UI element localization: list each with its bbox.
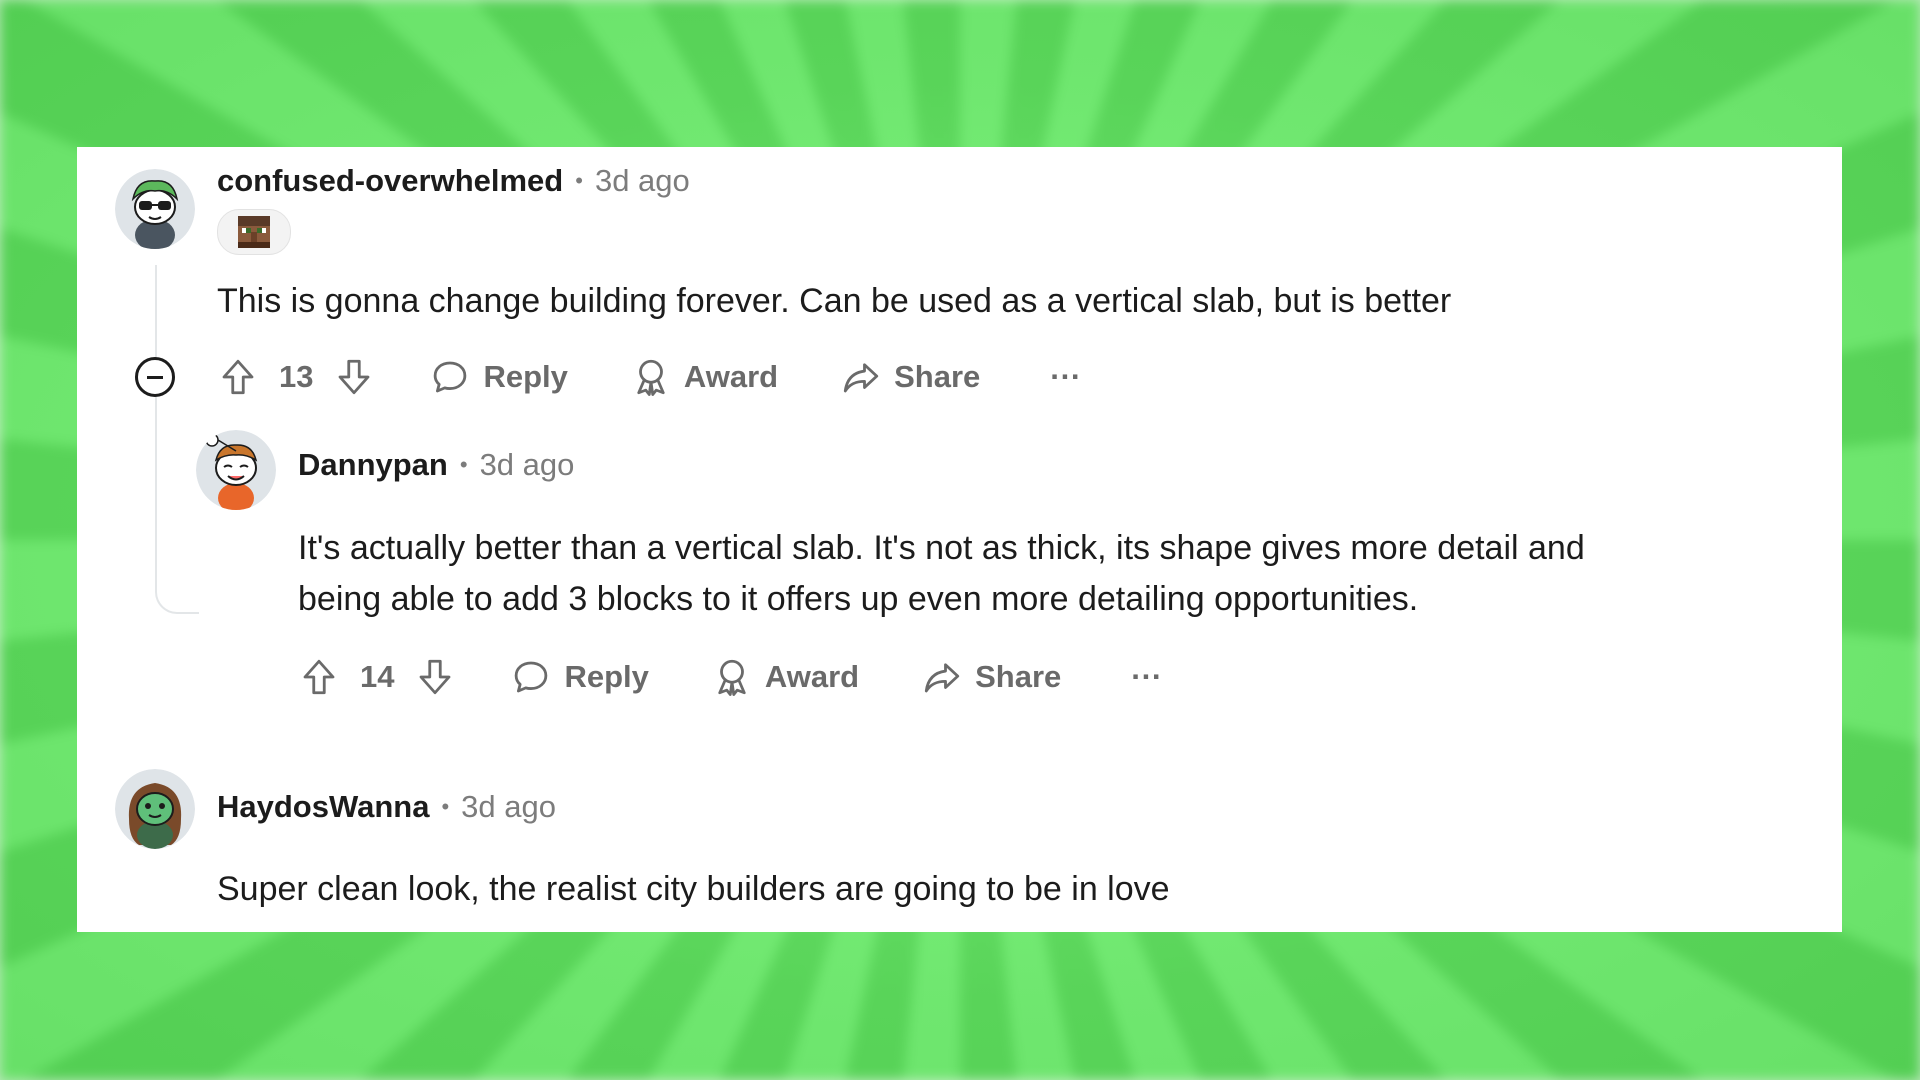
snoo-avatar-orange-icon (196, 430, 276, 510)
downvote-button[interactable] (414, 656, 456, 698)
comment-actions: 13 Reply Award Share ··· (217, 352, 1081, 402)
comment-body: It's actually better than a vertical sla… (298, 523, 1585, 625)
timestamp[interactable]: 3d ago (461, 789, 556, 825)
speech-bubble-icon (515, 661, 548, 693)
minecraft-villager-flair-icon (238, 216, 270, 248)
comment-body-line: It's actually better than a vertical sla… (298, 529, 1585, 567)
comment-body: This is gonna change building forever. C… (217, 282, 1452, 320)
award-button[interactable]: Award (630, 356, 778, 398)
more-options-button[interactable]: ··· (1131, 659, 1162, 695)
upvote-button[interactable] (298, 656, 340, 698)
username[interactable]: Dannypan (298, 447, 448, 483)
comment-header: HaydosWanna • 3d ago (217, 787, 556, 827)
reply-button[interactable]: Reply (429, 356, 568, 398)
thread-branch-curve (155, 407, 199, 614)
reply-label: Reply (564, 659, 649, 694)
arrow-down-icon (339, 359, 370, 395)
ellipsis-icon: ··· (1131, 659, 1163, 694)
reply-button[interactable]: Reply (510, 656, 649, 698)
share-arrow-icon (924, 663, 960, 693)
share-label: Share (975, 659, 1062, 694)
meta-separator: • (459, 452, 468, 477)
timestamp[interactable]: 3d ago (595, 163, 690, 199)
share-label: Share (894, 359, 981, 394)
snoo-avatar-green-hair-icon (115, 169, 195, 249)
timestamp[interactable]: 3d ago (480, 447, 575, 483)
meta-separator: • (575, 168, 583, 193)
comment-thread-card: confused-overwhelmed • 3d ago This is go… (77, 147, 1842, 932)
speech-bubble-icon (434, 361, 467, 393)
reply-label: Reply (483, 359, 568, 394)
comment-body: Super clean look, the realist city build… (217, 870, 1170, 908)
award-ribbon-icon (637, 359, 665, 396)
minus-icon (147, 375, 163, 379)
comment-actions: 14 Reply Award Share ··· (298, 652, 1162, 702)
arrow-up-icon (222, 359, 254, 395)
comment-header: confused-overwhelmed • 3d ago (217, 161, 690, 201)
award-label: Award (683, 359, 779, 394)
share-arrow-icon (843, 363, 879, 393)
avatar[interactable] (115, 169, 195, 249)
vote-count: 13 (279, 359, 314, 394)
award-button[interactable]: Award (711, 656, 859, 698)
downvote-button[interactable] (333, 356, 375, 398)
arrow-down-icon (420, 659, 451, 695)
arrow-up-icon (303, 659, 335, 695)
username[interactable]: HaydosWanna (217, 789, 429, 825)
comment-header: Dannypan • 3d ago (298, 445, 574, 485)
snoo-avatar-green-face-icon (115, 769, 195, 849)
comment-body-line: being able to add 3 blocks to it offers … (298, 580, 1419, 618)
upvote-button[interactable] (217, 356, 259, 398)
meta-separator: • (441, 794, 450, 819)
avatar[interactable] (115, 769, 195, 849)
username[interactable]: confused-overwhelmed (217, 163, 563, 199)
user-flair (217, 209, 291, 255)
avatar[interactable] (196, 430, 276, 510)
share-button[interactable]: Share (840, 356, 980, 398)
share-button[interactable]: Share (921, 656, 1061, 698)
award-ribbon-icon (718, 659, 746, 696)
award-label: Award (764, 659, 860, 694)
more-options-button[interactable]: ··· (1050, 359, 1081, 395)
vote-count: 14 (360, 659, 395, 694)
ellipsis-icon: ··· (1050, 359, 1082, 394)
collapse-thread-button[interactable] (135, 357, 175, 397)
